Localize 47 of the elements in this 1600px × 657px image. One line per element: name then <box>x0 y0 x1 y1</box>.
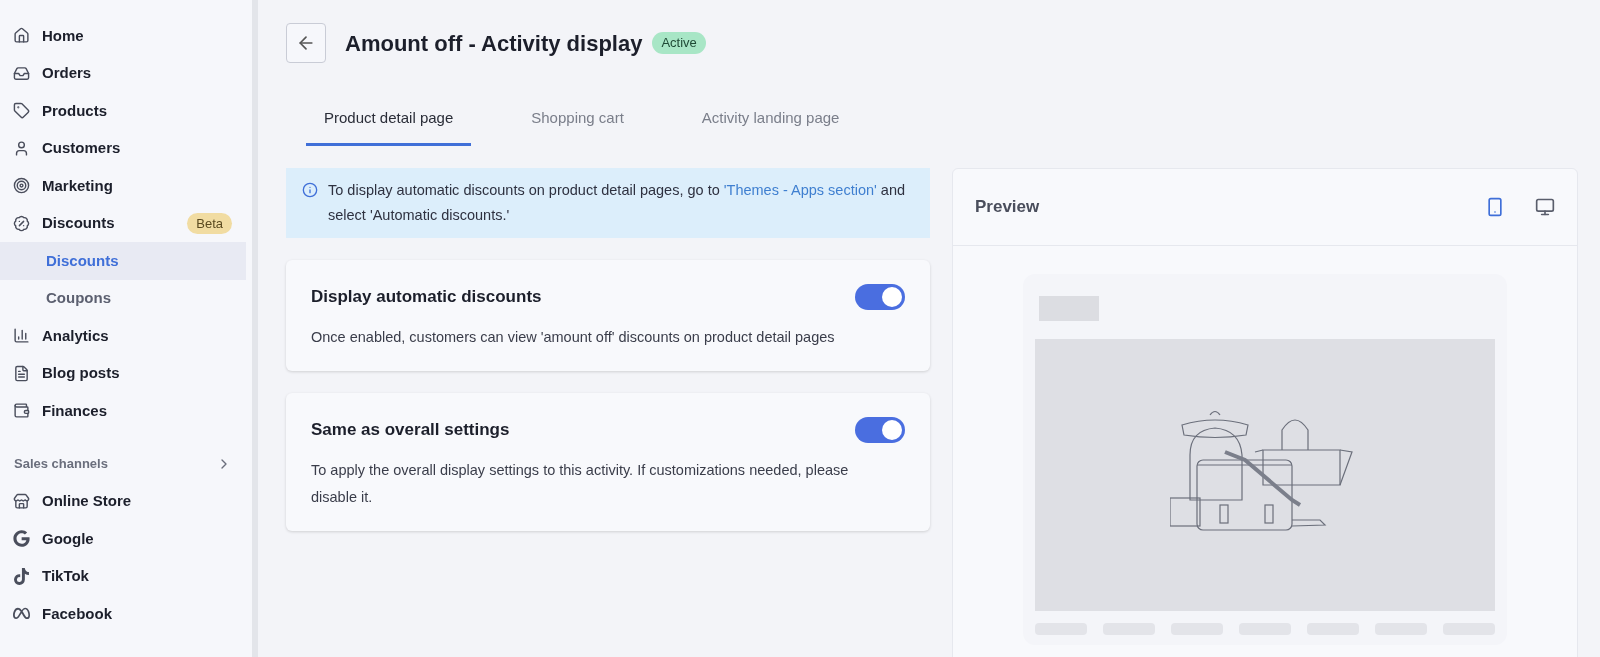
sidebar-item[interactable]: Marketing <box>0 167 252 205</box>
preview-title: Preview <box>975 196 1041 219</box>
desktop-icon[interactable] <box>1535 197 1555 217</box>
sidebar-item[interactable]: Finances <box>0 392 252 430</box>
mobile-icon[interactable] <box>1485 197 1505 217</box>
skeleton-bar <box>1039 296 1099 321</box>
info-text: To display automatic discounts on product detail pages, go to 'Themes - Apps section' and select 'Automatic discounts.' <box>328 181 907 225</box>
sidebar-item[interactable]: Online Store <box>0 482 252 520</box>
sidebar-item[interactable]: Orders <box>0 54 252 92</box>
nav-icon <box>13 139 30 157</box>
sidebar-item[interactable]: Facebook <box>0 595 252 633</box>
channel-icon <box>13 530 30 548</box>
sidebar-item[interactable]: Analytics <box>0 317 252 355</box>
toggle-switch[interactable] <box>855 284 905 310</box>
sidebar-item[interactable]: Blog posts <box>0 354 252 392</box>
tab[interactable]: Activity landing page <box>683 94 858 146</box>
toggle-switch[interactable] <box>855 417 905 443</box>
sidebar-subitem[interactable]: Discounts <box>0 242 246 280</box>
nav-icon <box>13 64 30 82</box>
setting-title: Display automatic discounts <box>311 286 542 309</box>
section-label: Sales channels <box>14 455 109 474</box>
page-title: Amount off - Activity display <box>345 29 643 58</box>
sidebar-item[interactable]: Products <box>0 92 252 130</box>
status-badge: Active <box>652 32 706 54</box>
sidebar-item[interactable]: TikTok <box>0 557 252 595</box>
tab[interactable]: Shopping cart <box>513 94 642 146</box>
channel-icon <box>13 567 30 585</box>
nav-icon <box>13 27 30 45</box>
sidebar-item[interactable]: Home <box>0 17 252 55</box>
info-icon <box>302 182 318 198</box>
beta-badge: Beta <box>187 212 232 234</box>
nav-icon <box>13 402 30 420</box>
sidebar-item[interactable]: Customers <box>0 129 252 167</box>
nav-icon <box>13 364 30 382</box>
nav-icon <box>13 214 30 232</box>
nav-icon <box>13 102 30 120</box>
nav-icon <box>13 327 30 345</box>
setting-title: Same as overall settings <box>311 419 510 442</box>
back-button[interactable] <box>286 23 326 63</box>
channel-icon <box>13 492 30 510</box>
tab[interactable]: Product detail page <box>306 94 472 146</box>
nav-icon <box>13 177 30 195</box>
setting-description: Once enabled, customers can view 'amount off' discounts on product detail pages <box>311 328 836 347</box>
setting-description: To apply the overall display settings to this activity. If customizations needed, please disable it. <box>311 461 850 507</box>
sidebar-item[interactable]: Google <box>0 520 252 558</box>
sidebar-subitem[interactable]: Coupons <box>0 279 246 317</box>
sidebar-item[interactable]: Discounts Beta <box>0 204 252 242</box>
